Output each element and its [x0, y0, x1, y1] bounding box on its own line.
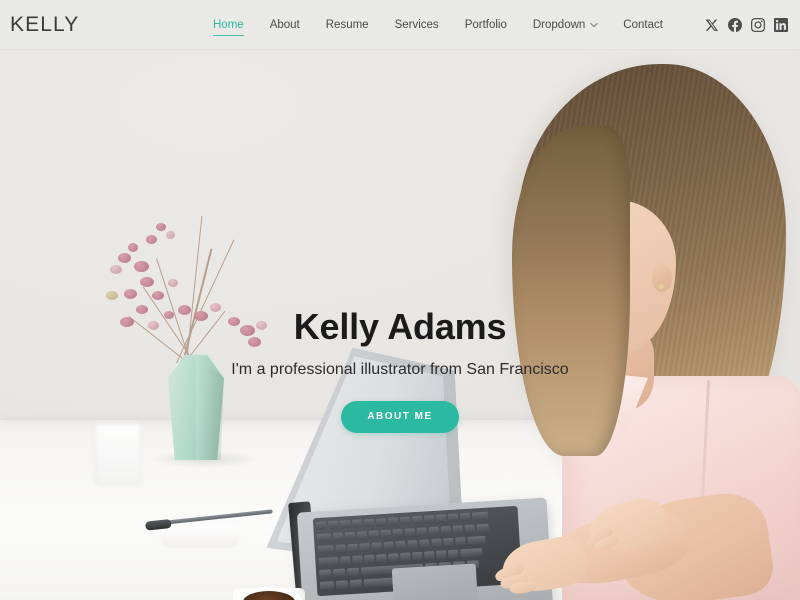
nav-item-home-label: Home [213, 19, 244, 31]
hero-section: Kelly Adams I'm a professional illustrat… [0, 50, 800, 600]
facebook-icon[interactable] [728, 18, 742, 32]
chevron-down-icon [590, 21, 598, 28]
hero-subtitle: I'm a professional illustrator from San … [231, 361, 569, 378]
site-header: KELLY Home About Resume Services Portfol… [0, 0, 800, 50]
tissue [160, 526, 240, 548]
nav-item-portfolio[interactable]: Portfolio [452, 0, 520, 50]
about-me-button[interactable]: ABOUT ME [341, 401, 459, 433]
laptop-trackpad [391, 563, 479, 600]
nav-item-dropdown[interactable]: Dropdown [520, 0, 610, 50]
nav-item-services[interactable]: Services [382, 0, 452, 50]
nav-item-portfolio-label: Portfolio [464, 19, 507, 31]
nav-item-about-label: About [269, 19, 300, 31]
page-title: Kelly Adams [293, 306, 507, 347]
nav-item-resume-label: Resume [325, 19, 369, 31]
nav-item-resume[interactable]: Resume [313, 0, 382, 50]
linkedin-icon[interactable] [774, 18, 788, 32]
instagram-icon[interactable] [751, 18, 765, 32]
page-root: KELLY Home About Resume Services Portfol… [0, 0, 800, 600]
x-twitter-icon[interactable] [705, 18, 719, 32]
nav-item-contact[interactable]: Contact [610, 0, 676, 50]
nav-active-underline [213, 34, 244, 36]
nav-item-contact-label: Contact [623, 19, 663, 31]
social-links [705, 0, 788, 50]
site-logo[interactable]: KELLY [10, 13, 79, 37]
earring [659, 284, 664, 289]
nav-item-home[interactable]: Home [200, 0, 257, 50]
hero-copy: Kelly Adams I'm a professional illustrat… [0, 305, 800, 433]
main-navigation: Home About Resume Services Portfolio Dro… [200, 0, 676, 50]
nav-item-about[interactable]: About [257, 0, 313, 50]
nav-item-services-label: Services [394, 19, 439, 31]
nav-item-dropdown-label: Dropdown [532, 19, 586, 31]
